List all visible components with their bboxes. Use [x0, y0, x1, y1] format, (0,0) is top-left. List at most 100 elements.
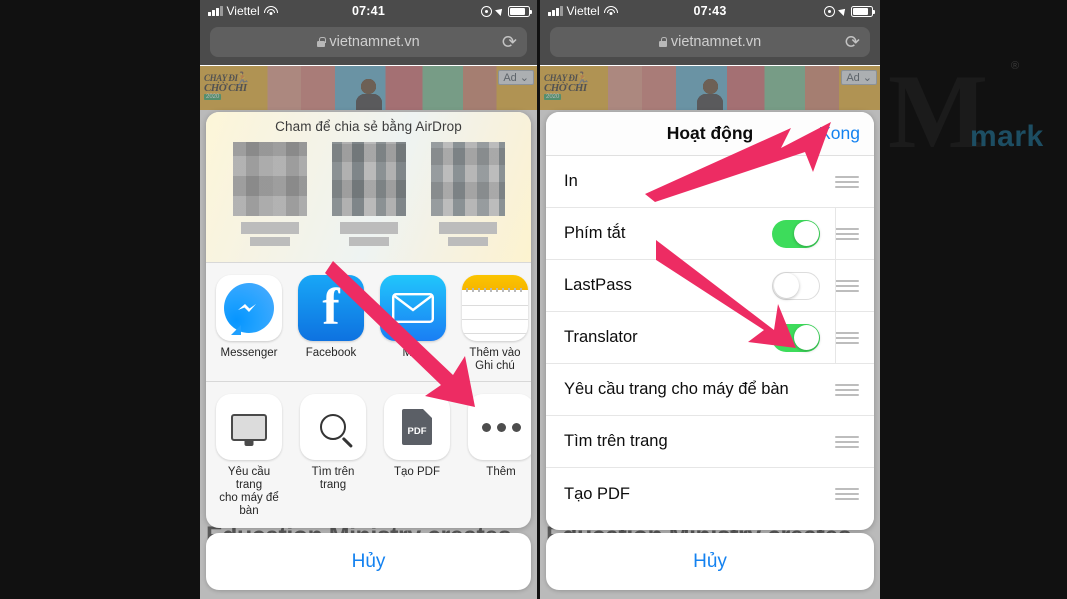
- drag-handle-icon[interactable]: [834, 227, 860, 240]
- blurred-avatar: [331, 142, 406, 216]
- share-app-mail[interactable]: Mail: [380, 275, 446, 373]
- blurred-name: [240, 222, 299, 234]
- action-label: Yêu cầu trang cho máy để bàn: [219, 466, 279, 517]
- watermark-word: mark: [970, 120, 1044, 153]
- action-label: Tạo PDF: [393, 466, 440, 478]
- notes-icon: [462, 275, 528, 341]
- notes-line: [462, 305, 528, 306]
- status-right-group: [824, 5, 875, 17]
- airdrop-title: Cham để chia sẻ bằng AirDrop: [275, 119, 462, 134]
- action-find-on-page[interactable]: Tìm trên trang: [300, 394, 366, 518]
- share-apps-row: Messenger Facebook Mail: [206, 263, 531, 381]
- drag-handle-icon[interactable]: [834, 435, 860, 448]
- registered-mark-icon: ®: [1011, 60, 1020, 72]
- row-label: LastPass: [564, 276, 632, 294]
- share-app-label: Facebook: [305, 347, 357, 359]
- cancel-button[interactable]: Hủy: [206, 533, 531, 590]
- envelope-glyph: [392, 293, 434, 323]
- messenger-bolt-icon: [238, 304, 256, 312]
- airdrop-section: Cham để chia sẻ bằng AirDrop: [206, 112, 531, 262]
- mail-icon: [380, 275, 446, 341]
- drag-handle-icon[interactable]: [834, 488, 860, 500]
- drag-handle-icon[interactable]: [834, 175, 860, 188]
- url-bar[interactable]: vietnamnet.vn ⟳: [210, 27, 527, 57]
- right-status-bar: Viettel 07:43: [540, 0, 880, 22]
- location-arrow-icon: [495, 6, 505, 16]
- toggle-switch-lastpass[interactable]: [772, 271, 820, 300]
- activity-sheet: Hoạt động Xong In Phím tắt LastPass Tran…: [546, 112, 874, 530]
- share-actions-row: Yêu cầu trang cho máy để bàn Tìm trên tr…: [206, 382, 531, 528]
- url-text-group: vietnamnet.vn: [317, 34, 420, 50]
- left-phone: Viettel 07:41 vietnamnet.vn ⟳ Cham để ch…: [200, 0, 537, 599]
- reload-icon[interactable]: ⟳: [502, 33, 517, 51]
- more-dots-icon: [468, 394, 531, 460]
- share-app-notes[interactable]: Thêm vào Ghi chú: [462, 275, 528, 373]
- drag-handle-icon[interactable]: [834, 279, 860, 292]
- screenshot-root: Viettel 07:41 vietnamnet.vn ⟳ Cham để ch…: [0, 0, 1067, 599]
- blurred-name: [438, 222, 497, 234]
- left-url-bar-wrap: vietnamnet.vn ⟳: [200, 22, 537, 65]
- activity-row-shortcuts[interactable]: Phím tắt: [546, 208, 874, 260]
- messenger-bubble: [224, 283, 274, 333]
- lock-icon: [317, 37, 326, 47]
- magnifier-glyph: [320, 414, 346, 440]
- activity-row-in[interactable]: In: [546, 156, 874, 208]
- share-app-label: Thêm vào Ghi chú: [469, 347, 521, 372]
- activity-row-request-desktop[interactable]: Yêu cầu trang cho máy để bàn: [546, 364, 874, 416]
- row-label: In: [564, 172, 578, 190]
- action-label: Thêm: [486, 466, 516, 478]
- rotation-lock-icon: [824, 5, 835, 17]
- done-button[interactable]: Xong: [819, 123, 860, 144]
- pdf-file-icon: PDF: [384, 394, 450, 460]
- row-label: Phím tắt: [564, 224, 626, 242]
- blurred-subname: [447, 237, 488, 246]
- battery-icon: [851, 5, 875, 17]
- battery-icon: [508, 5, 532, 17]
- activity-row-find-on-page[interactable]: Tìm trên trang: [546, 416, 874, 468]
- cancel-label: Hủy: [693, 550, 727, 572]
- right-phone-screen: Viettel 07:43 vietnamnet.vn ⟳ Hoạt động …: [540, 0, 880, 599]
- row-label: Tạo PDF: [564, 484, 631, 503]
- blurred-subname: [348, 237, 389, 246]
- magnifier-icon: [300, 394, 366, 460]
- drag-handle-icon[interactable]: [834, 331, 860, 344]
- url-text: vietnamnet.vn: [670, 34, 762, 50]
- url-bar[interactable]: vietnamnet.vn ⟳: [550, 27, 870, 57]
- status-right-group: [481, 5, 532, 17]
- airdrop-contact[interactable]: [430, 142, 505, 246]
- blurred-avatar: [232, 142, 307, 216]
- activity-title: Hoạt động: [666, 123, 754, 143]
- toggle-switch-shortcuts[interactable]: [772, 219, 820, 248]
- divider: [835, 312, 836, 363]
- lock-icon: [658, 37, 668, 47]
- right-url-bar-wrap: vietnamnet.vn ⟳: [540, 22, 880, 65]
- monitor-glyph: [231, 413, 267, 441]
- blurred-name: [339, 222, 398, 234]
- share-app-label: Messenger: [220, 347, 278, 359]
- action-create-pdf[interactable]: PDF Tạo PDF: [384, 394, 450, 518]
- divider: [835, 260, 836, 311]
- rotation-lock-icon: [481, 5, 492, 17]
- action-request-desktop[interactable]: Yêu cầu trang cho máy để bàn: [216, 394, 282, 518]
- row-label: Tìm trên trang: [564, 432, 668, 450]
- action-more[interactable]: Thêm: [468, 394, 531, 518]
- activity-row-create-pdf[interactable]: Tạo PDF: [546, 468, 874, 520]
- share-app-facebook[interactable]: Facebook: [298, 275, 364, 373]
- blurred-subname: [249, 237, 290, 246]
- location-arrow-icon: [838, 6, 848, 16]
- watermark-letter: M: [888, 53, 988, 170]
- reload-icon[interactable]: ⟳: [845, 33, 860, 51]
- activity-row-lastpass[interactable]: LastPass: [546, 260, 874, 312]
- airdrop-contact[interactable]: [331, 142, 406, 246]
- left-phone-screen: Viettel 07:41 vietnamnet.vn ⟳ Cham để ch…: [200, 0, 537, 599]
- toggle-switch-translator[interactable]: [772, 323, 820, 352]
- airdrop-contacts-row: [206, 134, 531, 246]
- drag-handle-icon[interactable]: [834, 383, 860, 396]
- pdf-glyph: PDF: [402, 409, 432, 445]
- share-app-messenger[interactable]: Messenger: [216, 275, 282, 373]
- activity-row-translator[interactable]: Translator: [546, 312, 874, 364]
- facebook-icon: [298, 275, 364, 341]
- cancel-button[interactable]: Hủy: [546, 533, 874, 590]
- action-label: Tìm trên trang: [311, 466, 355, 491]
- airdrop-contact[interactable]: [232, 142, 307, 246]
